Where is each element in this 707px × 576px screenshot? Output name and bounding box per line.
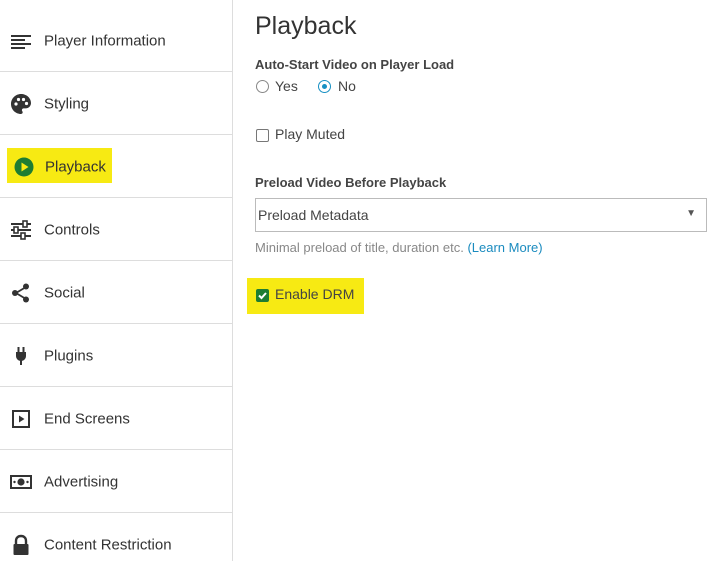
enable-drm-checkbox[interactable] <box>256 289 269 302</box>
sidebar: Player Information Styling Playback Cont… <box>0 0 233 561</box>
enable-drm-label[interactable]: Enable DRM <box>275 286 354 302</box>
sliders-icon <box>10 219 32 241</box>
sidebar-item-label: End Screens <box>44 410 130 427</box>
palette-icon <box>10 93 32 115</box>
sidebar-item-label: Player Information <box>44 32 166 49</box>
lock-icon <box>10 534 32 556</box>
sidebar-item-end-screens[interactable]: End Screens <box>0 388 232 450</box>
sidebar-item-label: Playback <box>45 158 106 175</box>
sidebar-item-plugins[interactable]: Plugins <box>0 325 232 387</box>
money-icon <box>10 471 32 493</box>
autostart-label: Auto-Start Video on Player Load <box>255 57 455 72</box>
plug-icon <box>10 345 32 367</box>
play-square-icon <box>10 408 32 430</box>
sidebar-item-playback[interactable]: Playback <box>0 136 232 198</box>
preload-help: Minimal preload of title, duration etc. <box>255 240 464 255</box>
radio-yes[interactable] <box>256 80 269 93</box>
play-circle-icon <box>13 156 35 178</box>
page-title: Playback <box>255 12 357 40</box>
radio-no[interactable] <box>318 80 331 93</box>
share-icon <box>10 282 32 304</box>
play-muted-label[interactable]: Play Muted <box>275 126 345 142</box>
sidebar-item-controls[interactable]: Controls <box>0 199 232 261</box>
sidebar-item-content-restriction[interactable]: Content Restriction <box>0 514 232 576</box>
check-icon <box>258 292 267 300</box>
radio-yes-label[interactable]: Yes <box>275 78 298 94</box>
list-icon <box>10 30 32 52</box>
preload-help-text: Minimal preload of title, duration etc. … <box>255 240 543 255</box>
sidebar-item-label: Plugins <box>44 347 94 364</box>
sidebar-item-advertising[interactable]: Advertising <box>0 451 232 513</box>
sidebar-item-label: Content Restriction <box>44 536 172 554</box>
radio-no-label[interactable]: No <box>338 78 356 94</box>
sidebar-item-label: Controls <box>44 221 100 238</box>
sidebar-item-styling[interactable]: Styling <box>0 73 232 135</box>
sidebar-item-label: Social <box>44 284 85 301</box>
play-muted-checkbox[interactable] <box>256 129 269 142</box>
sidebar-item-social[interactable]: Social <box>0 262 232 324</box>
preload-select-value: Preload Metadata <box>258 207 369 223</box>
sidebar-item-label: Advertising <box>44 473 119 490</box>
learn-more-link[interactable]: (Learn More) <box>467 240 542 255</box>
preload-select[interactable]: Preload Metadata ▼ <box>255 198 707 232</box>
caret-down-icon: ▼ <box>686 208 696 219</box>
preload-label: Preload Video Before Playback <box>255 175 447 190</box>
sidebar-item-label: Styling <box>44 95 90 112</box>
sidebar-item-player-information[interactable]: Player Information <box>0 10 232 72</box>
